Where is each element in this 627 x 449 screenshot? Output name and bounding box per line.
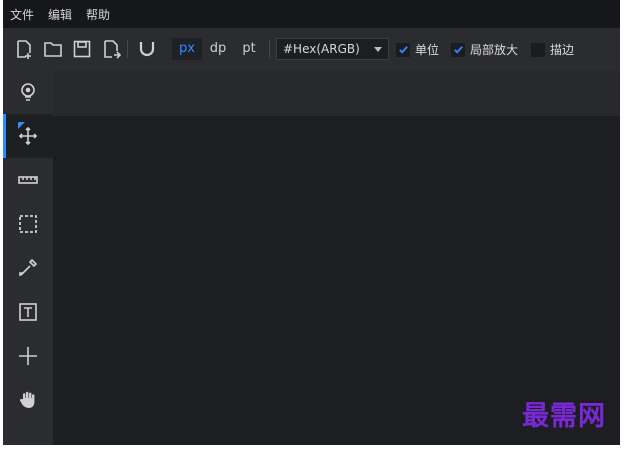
menu-bar: 文件 编辑 帮助 bbox=[3, 0, 620, 28]
toolbar-separator bbox=[269, 40, 270, 58]
menu-help[interactable]: 帮助 bbox=[86, 6, 110, 23]
checkbox-unit-label: 单位 bbox=[415, 43, 440, 57]
watermark-logo: 最需网 bbox=[522, 401, 606, 432]
tool-crosshair[interactable] bbox=[3, 334, 53, 378]
chevron-down-icon bbox=[374, 47, 382, 52]
lightbulb-icon bbox=[21, 83, 35, 101]
top-toolbar: px dp pt #Hex(ARGB) 单位 局部放大 描边 bbox=[3, 28, 620, 71]
export-icon[interactable] bbox=[100, 38, 122, 60]
marquee-select-icon bbox=[19, 215, 37, 233]
checkbox-stroke-label: 描边 bbox=[550, 43, 575, 57]
tool-move[interactable] bbox=[3, 114, 53, 158]
magnet-icon[interactable] bbox=[136, 38, 158, 60]
checkbox-checked-icon bbox=[451, 42, 465, 57]
checkbox-unit[interactable]: 单位 bbox=[396, 41, 439, 58]
eyedropper-icon bbox=[19, 258, 38, 276]
text-tool-icon bbox=[19, 303, 37, 321]
app-window: 文件 编辑 帮助 px dp pt #Hex(ARGB) 单位 局部放大 描边 … bbox=[3, 0, 620, 445]
canvas-area[interactable]: 最需网 bbox=[53, 116, 620, 445]
tool-eyedropper[interactable] bbox=[3, 246, 53, 290]
hand-icon bbox=[19, 391, 35, 408]
checkbox-unchecked-icon bbox=[531, 42, 545, 57]
new-file-icon[interactable] bbox=[13, 38, 35, 60]
tool-hand[interactable] bbox=[3, 378, 53, 422]
tool-lightbulb[interactable] bbox=[3, 70, 53, 114]
unit-px-button[interactable]: px bbox=[172, 38, 202, 60]
save-icon[interactable] bbox=[71, 38, 93, 60]
toolbar-separator bbox=[127, 40, 128, 58]
menu-edit[interactable]: 编辑 bbox=[48, 6, 72, 23]
color-format-select[interactable]: #Hex(ARGB) bbox=[276, 38, 389, 60]
checkbox-local-zoom[interactable]: 局部放大 bbox=[451, 41, 518, 58]
checkbox-local-zoom-label: 局部放大 bbox=[470, 43, 519, 57]
active-tool-marker bbox=[18, 122, 25, 129]
unit-dp-button[interactable]: dp bbox=[205, 38, 231, 60]
menu-file[interactable]: 文件 bbox=[10, 6, 34, 23]
tool-sidebar bbox=[3, 70, 53, 445]
checkbox-stroke[interactable]: 描边 bbox=[531, 41, 574, 58]
tool-ruler[interactable] bbox=[3, 158, 53, 202]
crosshair-icon bbox=[19, 347, 37, 365]
ruler-bar bbox=[53, 70, 620, 116]
ruler-icon bbox=[18, 176, 38, 184]
checkbox-checked-icon bbox=[396, 42, 410, 57]
color-format-value: #Hex(ARGB) bbox=[283, 42, 360, 56]
tool-text[interactable] bbox=[3, 290, 53, 334]
unit-pt-button[interactable]: pt bbox=[236, 38, 262, 60]
open-folder-icon[interactable] bbox=[42, 38, 64, 60]
tool-marquee-select[interactable] bbox=[3, 202, 53, 246]
